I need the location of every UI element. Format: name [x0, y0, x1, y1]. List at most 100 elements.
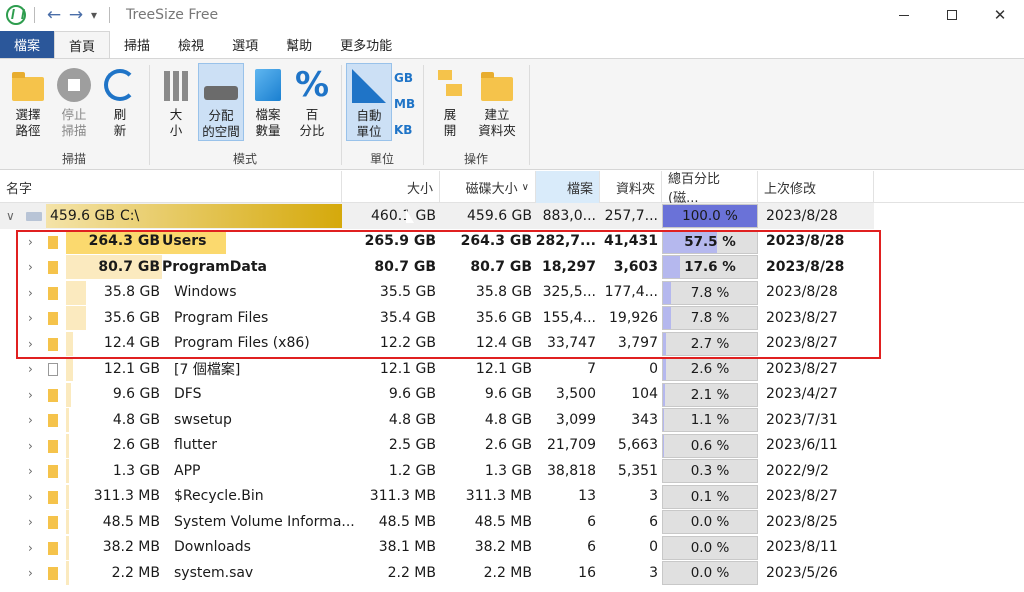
select-path-button[interactable]: 選擇 路徑: [8, 63, 48, 139]
stop-scan-button[interactable]: 停止 掃描: [54, 63, 94, 139]
column-files[interactable]: 檔案: [536, 171, 600, 203]
unit-group-label: 單位: [369, 152, 394, 166]
expand-chevron-icon[interactable]: ›: [28, 439, 33, 453]
row-percent: 0.0 %: [690, 565, 730, 581]
tab-options[interactable]: 選項: [218, 31, 272, 58]
row-disk-size: 1.3 GB: [484, 462, 532, 479]
row-disk-size: 2.6 GB: [484, 437, 532, 454]
row-percent: 0.0 %: [690, 539, 730, 556]
percent-icon: %: [294, 65, 330, 105]
row-files: 7: [587, 360, 596, 377]
expand-chevron-icon[interactable]: ›: [28, 362, 33, 376]
window-title: TreeSize Free: [126, 7, 219, 23]
folder-icon: [12, 72, 44, 101]
row-files: 21,709: [547, 437, 596, 454]
window-controls: ✕: [880, 0, 1024, 30]
row-folders: 3: [649, 564, 658, 581]
gb-unit-button[interactable]: GB: [394, 71, 413, 85]
tab-more-features[interactable]: 更多功能: [326, 31, 406, 58]
refresh-button[interactable]: 刷 新: [100, 63, 140, 139]
row-percent: 0.0 %: [690, 514, 730, 530]
size-mode-label: 大 小: [169, 107, 183, 138]
column-percent[interactable]: 總百分比 (磁...: [662, 171, 758, 206]
column-name[interactable]: 名字: [0, 171, 342, 203]
row-disk-size: 38.2 MB: [474, 539, 532, 556]
percent-mode-button[interactable]: % 百 分比: [292, 63, 332, 139]
folder-icon: [48, 516, 58, 529]
table-row[interactable]: › 4.8 GB swsetup 4.8 GB 4.8 GB 3,099 343 1.1 % 2…: [0, 407, 1024, 433]
tab-file[interactable]: 檔案: [0, 31, 55, 58]
table-row[interactable]: › 12.1 GB [7 個檔案] 12.1 GB 12.1 GB 7 0 2.6 % 2023…: [0, 356, 1024, 382]
close-icon: ✕: [993, 6, 1007, 24]
file-count-button[interactable]: 檔案 數量: [248, 63, 288, 139]
table-row[interactable]: › 2.2 MB system.sav 2.2 MB 2.2 MB 16 3 0.0 % 202…: [0, 560, 1024, 586]
close-button[interactable]: ✕: [976, 0, 1024, 30]
expand-chevron-icon[interactable]: ›: [28, 515, 33, 529]
column-size[interactable]: 大小: [342, 171, 440, 203]
row-modified: 2022/9/2: [766, 462, 829, 479]
expand-chevron-icon[interactable]: ›: [28, 388, 33, 402]
expand-chevron-icon[interactable]: ›: [28, 464, 33, 478]
table-row[interactable]: › 1.3 GB APP 1.2 GB 1.3 GB 38,818 5,351 0.3 % 20…: [0, 458, 1024, 484]
tab-view[interactable]: 檢視: [164, 31, 218, 58]
row-name: swsetup: [174, 411, 232, 428]
percent-bar: 100.0 %: [662, 204, 758, 228]
files-icon: [255, 69, 281, 101]
back-arrow-icon[interactable]: ←: [43, 5, 65, 25]
select-path-label: 選擇 路徑: [15, 107, 41, 138]
row-modified: 2023/7/31: [766, 411, 838, 428]
minimize-icon: [899, 14, 909, 16]
expand-chevron-icon[interactable]: ›: [28, 541, 33, 555]
row-disk-size: 48.5 MB: [474, 513, 532, 530]
expand-chevron-icon[interactable]: ›: [28, 566, 33, 580]
row-folders: 104: [631, 386, 658, 403]
table-row[interactable]: › 38.2 MB Downloads 38.1 MB 38.2 MB 6 0 0.0 % 20…: [0, 535, 1024, 561]
maximize-button[interactable]: [928, 0, 976, 30]
expand-button[interactable]: 展 開: [430, 63, 470, 139]
minimize-button[interactable]: [880, 0, 928, 30]
row-disk-size: 12.1 GB: [475, 360, 532, 377]
kb-unit-button[interactable]: KB: [394, 123, 412, 137]
create-folder-button[interactable]: 建立 資料夾: [474, 63, 520, 139]
forward-arrow-icon[interactable]: →: [65, 5, 87, 25]
tab-help[interactable]: 幫助: [272, 31, 326, 58]
allocated-space-button[interactable]: 分配 的空間: [198, 63, 244, 141]
column-modified[interactable]: 上次修改: [758, 171, 874, 203]
table-row[interactable]: › 48.5 MB System Volume Informa... 48.5 MB 4…: [0, 509, 1024, 535]
expand-chevron-icon[interactable]: ›: [28, 413, 33, 427]
collapse-chevron-icon[interactable]: ∨: [6, 209, 15, 223]
table-row[interactable]: › 2.6 GB flutter 2.5 GB 2.6 GB 21,709 5,663 0.6…: [0, 433, 1024, 459]
row-percent: 0.6 %: [690, 437, 730, 454]
column-disk-size[interactable]: 磁碟大小 ∨: [440, 171, 536, 203]
refresh-icon: [104, 69, 136, 101]
row-folders: 257,7...: [604, 207, 658, 224]
row-files: 3,099: [555, 411, 596, 428]
disk-icon: [204, 86, 238, 100]
row-size: 48.5 MB: [378, 513, 436, 530]
folder-icon: [48, 414, 58, 427]
row-modified: 2023/8/27: [766, 488, 838, 505]
row-folders: 5,351: [617, 462, 658, 479]
row-files: 13: [578, 488, 596, 505]
scan-group: 選擇 路徑 停止 掃描 刷 新 掃描: [0, 59, 148, 171]
mb-unit-button[interactable]: MB: [394, 97, 415, 111]
file-icon: [48, 363, 58, 376]
table-row[interactable]: › 311.3 MB $Recycle.Bin 311.3 MB 311.3 MB 13 3…: [0, 484, 1024, 510]
column-folders[interactable]: 資料夾: [600, 171, 662, 203]
row-folders: 3: [649, 488, 658, 505]
expand-chevron-icon[interactable]: ›: [28, 490, 33, 504]
drive-row[interactable]: ∨ 459.6 GB C:\ 460.1 GB 459.6 GB 883,0... 257,…: [0, 203, 1024, 229]
auto-unit-button[interactable]: 自動 單位: [346, 63, 392, 141]
ribbon-tabs: 檔案 首頁 掃描 檢視 選項 幫助 更多功能: [0, 31, 406, 58]
row-files: 883,0...: [542, 207, 596, 224]
row-percent: 0.3 %: [690, 463, 730, 479]
tab-home[interactable]: 首頁: [54, 31, 111, 58]
size-mode-button[interactable]: 大 小: [156, 63, 196, 139]
row-size-bar-label: 12.1 GB: [103, 360, 160, 377]
table-row[interactable]: › 9.6 GB DFS 9.6 GB 9.6 GB 3,500 104 2.1 % 2023/…: [0, 382, 1024, 408]
percent-bar: 0.0 %: [662, 510, 758, 534]
quick-access-dropdown-icon[interactable]: ▾: [87, 8, 101, 22]
tab-scan[interactable]: 掃描: [110, 31, 164, 58]
percent-bar: 2.6 %: [662, 357, 758, 381]
divider: [34, 7, 35, 23]
